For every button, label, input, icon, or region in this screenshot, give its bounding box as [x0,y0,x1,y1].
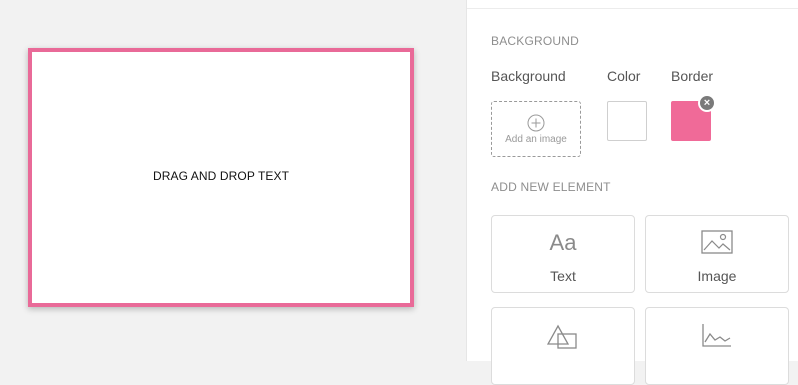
add-shape-tile[interactable] [491,307,635,385]
tile-label-text: Text [550,268,576,284]
add-image-tile[interactable]: Image [645,215,789,293]
drag-drop-text[interactable]: DRAG AND DROP TEXT [32,169,410,183]
panel-divider [467,8,798,9]
text-icon: Aa [549,230,577,255]
shapes-icon [492,322,634,357]
image-icon [646,230,788,259]
remove-border-icon[interactable]: × [698,94,716,112]
color-label: Color [607,68,641,84]
add-image-button[interactable]: Add an image [491,101,581,157]
properties-panel: BACKGROUND Background Color Border Add a… [466,0,798,385]
chart-icon [646,322,788,355]
add-text-tile[interactable]: Aa Text [491,215,635,293]
border-label: Border [671,68,714,84]
card-canvas[interactable]: DRAG AND DROP TEXT [28,48,414,307]
plus-circle-icon [527,114,545,132]
background-heading: BACKGROUND [491,34,580,48]
add-element-heading: ADD NEW ELEMENT [491,180,611,194]
add-chart-tile[interactable] [645,307,789,385]
background-label: Background [491,68,566,84]
tile-label-image: Image [697,268,737,284]
canvas-area: DRAG AND DROP TEXT [0,0,466,361]
add-image-label: Add an image [505,134,567,145]
background-color-swatch[interactable] [607,101,647,141]
